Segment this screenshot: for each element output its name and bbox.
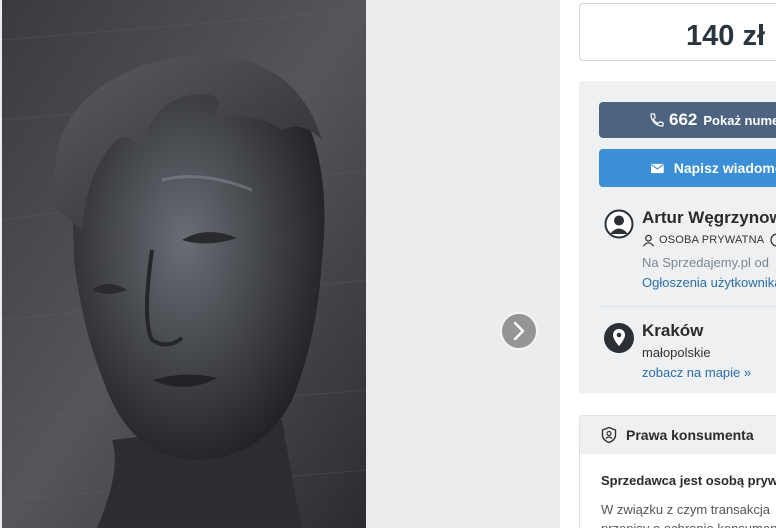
show-phone-button[interactable]: 662 Pokaż numer <box>599 102 776 138</box>
divider <box>599 306 776 307</box>
envelope-icon <box>651 163 664 173</box>
region: małopolskie <box>642 345 711 360</box>
show-phone-label: Pokaż numer <box>703 112 776 128</box>
user-avatar-icon <box>604 209 634 239</box>
show-on-map-link[interactable]: zobacz na mapie » <box>642 365 751 380</box>
member-since: Na Sprzedajemy.pl od <box>642 255 769 270</box>
seller-panel: 662 Pokaż numer Napisz wiadomość Artur W… <box>579 81 776 393</box>
phone-icon <box>650 113 664 127</box>
send-message-button[interactable]: Napisz wiadomość <box>599 149 776 187</box>
chevron-right-icon <box>513 321 525 341</box>
seller-type: OSOBA PRYWATNA <box>642 233 776 247</box>
consumer-seller-note: Sprzedawca jest osobą prywatną <box>601 473 776 488</box>
consumer-rights-title: Prawa konsumenta <box>626 427 754 443</box>
seller-type-label: OSOBA PRYWATNA <box>659 234 765 246</box>
consumer-text-line-1: W związku z czym transakcja <box>601 502 771 517</box>
map-pin-icon <box>604 323 634 353</box>
next-image-button[interactable] <box>500 312 538 350</box>
price: 140 zł <box>686 20 765 52</box>
listing-page: 140 zł 662 Pokaż numer Napisz wiadomość … <box>0 0 776 528</box>
person-icon <box>642 234 655 246</box>
seller-name[interactable]: Artur Węgrzynowicz <box>642 208 776 228</box>
image-gallery <box>0 0 560 528</box>
consumer-info-text: W związku z czym transakcja przepisy o o… <box>601 500 776 528</box>
shield-icon <box>601 426 617 444</box>
consumer-text-line-2: przepisy o ochronie konsumenta <box>601 519 776 528</box>
info-icon[interactable] <box>770 233 776 247</box>
price-box: 140 zł <box>579 3 776 61</box>
phone-prefix: 662 <box>669 110 698 129</box>
consumer-rights-header: Prawa konsumenta <box>580 416 776 454</box>
user-ads-link[interactable]: Ogłoszenia użytkownika <box>642 275 776 290</box>
send-message-label: Napisz wiadomość <box>673 160 776 176</box>
listing-photo[interactable] <box>2 0 366 528</box>
consumer-rights-panel: Prawa konsumenta Sprzedawca jest osobą p… <box>579 415 776 528</box>
city: Kraków <box>642 321 704 340</box>
